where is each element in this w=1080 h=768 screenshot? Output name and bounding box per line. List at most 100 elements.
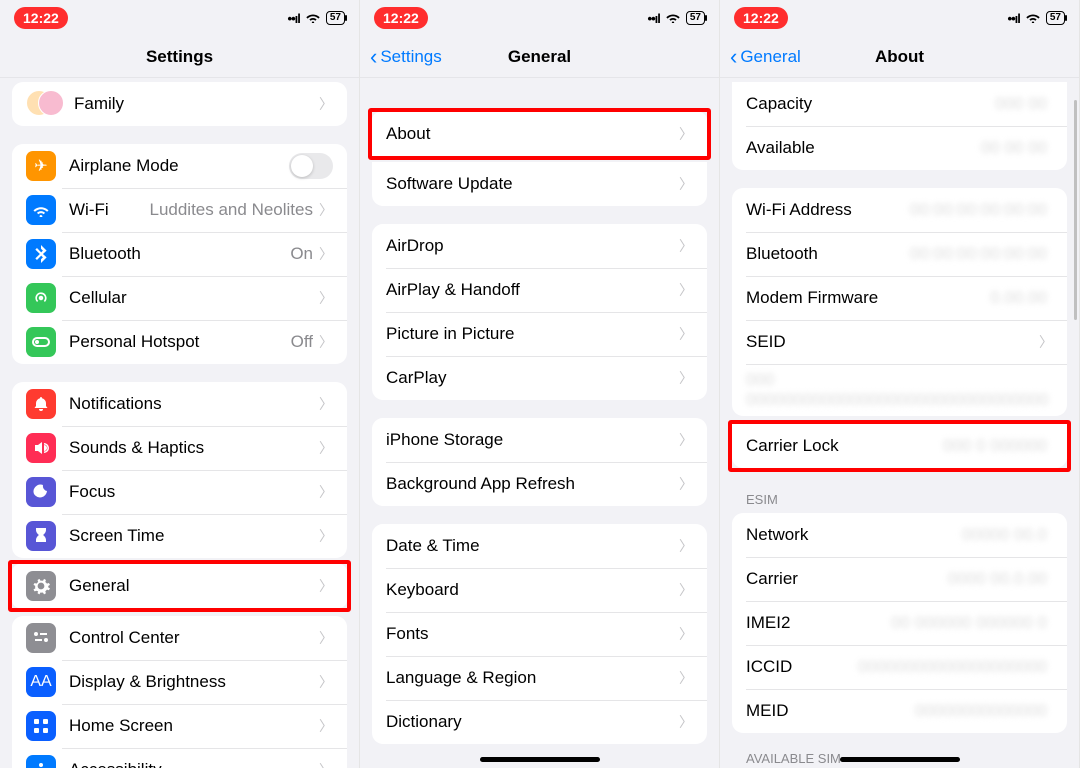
grid-icon <box>26 711 56 741</box>
pip-label: Picture in Picture <box>386 324 679 344</box>
carplay-label: CarPlay <box>386 368 679 388</box>
status-time: 12:22 <box>734 7 788 29</box>
eid-row[interactable]: 00000000000000000000000000000000000 <box>732 364 1067 416</box>
carrierlock-row[interactable]: Carrier Lock 000 0 000000 <box>732 424 1067 468</box>
bluetooth-label: Bluetooth <box>69 244 290 264</box>
wifi-row[interactable]: Wi-Fi Luddites and Neolites 〉 <box>12 188 347 232</box>
iccid-label: ICCID <box>746 657 858 677</box>
sounds-label: Sounds & Haptics <box>69 438 319 458</box>
network-row[interactable]: Network 00000 00.0 <box>732 513 1067 557</box>
chevron-right-icon: 〉 <box>319 628 333 648</box>
wifi-label: Wi-Fi <box>69 200 149 220</box>
seid-row[interactable]: SEID 〉 <box>732 320 1067 364</box>
about-label: About <box>386 124 679 144</box>
settings-screen: 12:22 ••ıl 57 Settings Family 〉 ✈︎ <box>0 0 360 768</box>
back-button[interactable]: ‹ Settings <box>370 46 442 68</box>
meid-row[interactable]: MEID 00000000000000 <box>732 689 1067 733</box>
bluetooth-value: On <box>290 244 313 264</box>
battery-icon: 57 <box>326 11 345 25</box>
chevron-right-icon: 〉 <box>319 394 333 414</box>
btaddr-row[interactable]: Bluetooth 00:00:00:00:00:00 <box>732 232 1067 276</box>
storage-row[interactable]: iPhone Storage 〉 <box>372 418 707 462</box>
chevron-right-icon: 〉 <box>679 712 693 732</box>
family-row[interactable]: Family 〉 <box>12 82 347 126</box>
imei2-row[interactable]: IMEI2 00 000000 000000 0 <box>732 601 1067 645</box>
chevron-right-icon: 〉 <box>679 236 693 256</box>
display-icon: AA <box>26 667 56 697</box>
signal-icon: ••ıl <box>288 11 300 26</box>
homescreen-row[interactable]: Home Screen 〉 <box>12 704 347 748</box>
about-row[interactable]: About 〉 <box>372 112 707 156</box>
meid-label: MEID <box>746 701 915 721</box>
chevron-right-icon: 〉 <box>319 760 333 768</box>
chevron-right-icon: 〉 <box>319 244 333 264</box>
hotspot-row[interactable]: Personal Hotspot Off 〉 <box>12 320 347 364</box>
modem-row[interactable]: Modem Firmware 0.00.00 <box>732 276 1067 320</box>
wifiaddr-row[interactable]: Wi-Fi Address 00:00:00:00:00:00 <box>732 188 1067 232</box>
carrier-label: Carrier <box>746 569 948 589</box>
airdrop-row[interactable]: AirDrop 〉 <box>372 224 707 268</box>
pip-row[interactable]: Picture in Picture 〉 <box>372 312 707 356</box>
dictionary-row[interactable]: Dictionary 〉 <box>372 700 707 744</box>
control-label: Control Center <box>69 628 319 648</box>
refresh-row[interactable]: Background App Refresh 〉 <box>372 462 707 506</box>
back-label: General <box>740 47 800 67</box>
wifi-value: Luddites and Neolites <box>149 200 313 220</box>
date-label: Date & Time <box>386 536 679 556</box>
modem-label: Modem Firmware <box>746 288 990 308</box>
focus-label: Focus <box>69 482 319 502</box>
scrollbar[interactable] <box>1074 100 1077 320</box>
chevron-right-icon: 〉 <box>679 624 693 644</box>
notifications-row[interactable]: Notifications 〉 <box>12 382 347 426</box>
cellular-row[interactable]: Cellular 〉 <box>12 276 347 320</box>
carplay-row[interactable]: CarPlay 〉 <box>372 356 707 400</box>
screentime-row[interactable]: Screen Time 〉 <box>12 514 347 558</box>
page-title: General <box>508 47 571 67</box>
language-row[interactable]: Language & Region 〉 <box>372 656 707 700</box>
nav-bar: ‹ General About <box>720 36 1079 78</box>
iccid-row[interactable]: ICCID 00000000000000000000 <box>732 645 1067 689</box>
speaker-icon <box>26 433 56 463</box>
chevron-right-icon: 〉 <box>319 482 333 502</box>
fonts-row[interactable]: Fonts 〉 <box>372 612 707 656</box>
airplane-toggle[interactable] <box>289 153 333 179</box>
wifi-settings-icon <box>26 195 56 225</box>
airplay-label: AirPlay & Handoff <box>386 280 679 300</box>
available-row[interactable]: Available 00 00 00 <box>732 126 1067 170</box>
date-row[interactable]: Date & Time 〉 <box>372 524 707 568</box>
display-row[interactable]: AA Display & Brightness 〉 <box>12 660 347 704</box>
chevron-right-icon: 〉 <box>679 536 693 556</box>
airplane-label: Airplane Mode <box>69 156 289 176</box>
accessibility-label: Accessibility <box>69 760 319 768</box>
carrier-row[interactable]: Carrier 0000 00.0.00 <box>732 557 1067 601</box>
chevron-right-icon: 〉 <box>1039 332 1053 352</box>
airdrop-label: AirDrop <box>386 236 679 256</box>
bluetooth-row[interactable]: Bluetooth On 〉 <box>12 232 347 276</box>
capacity-row[interactable]: Capacity 000 00 <box>732 82 1067 126</box>
bluetooth-icon <box>26 239 56 269</box>
software-update-row[interactable]: Software Update 〉 <box>372 162 707 206</box>
eid-label: 00000000000000000000000000000000000 <box>746 370 1053 410</box>
wifi-icon <box>665 10 681 27</box>
chevron-right-icon: 〉 <box>319 672 333 692</box>
sounds-row[interactable]: Sounds & Haptics 〉 <box>12 426 347 470</box>
gear-icon <box>26 571 56 601</box>
back-button[interactable]: ‹ General <box>730 46 801 68</box>
focus-row[interactable]: Focus 〉 <box>12 470 347 514</box>
general-row[interactable]: General 〉 <box>12 564 347 608</box>
keyboard-row[interactable]: Keyboard 〉 <box>372 568 707 612</box>
control-center-row[interactable]: Control Center 〉 <box>12 616 347 660</box>
chevron-right-icon: 〉 <box>319 94 333 114</box>
airplay-row[interactable]: AirPlay & Handoff 〉 <box>372 268 707 312</box>
accessibility-icon <box>26 755 56 768</box>
chevron-right-icon: 〉 <box>319 332 333 352</box>
capacity-label: Capacity <box>746 94 995 114</box>
seid-label: SEID <box>746 332 1039 352</box>
signal-icon: ••ıl <box>648 11 660 26</box>
airplane-row[interactable]: ✈︎ Airplane Mode <box>12 144 347 188</box>
chevron-right-icon: 〉 <box>319 716 333 736</box>
hotspot-value: Off <box>291 332 313 352</box>
chevron-left-icon: ‹ <box>730 46 737 68</box>
accessibility-row[interactable]: Accessibility 〉 <box>12 748 347 768</box>
modem-value: 0.00.00 <box>990 288 1047 308</box>
